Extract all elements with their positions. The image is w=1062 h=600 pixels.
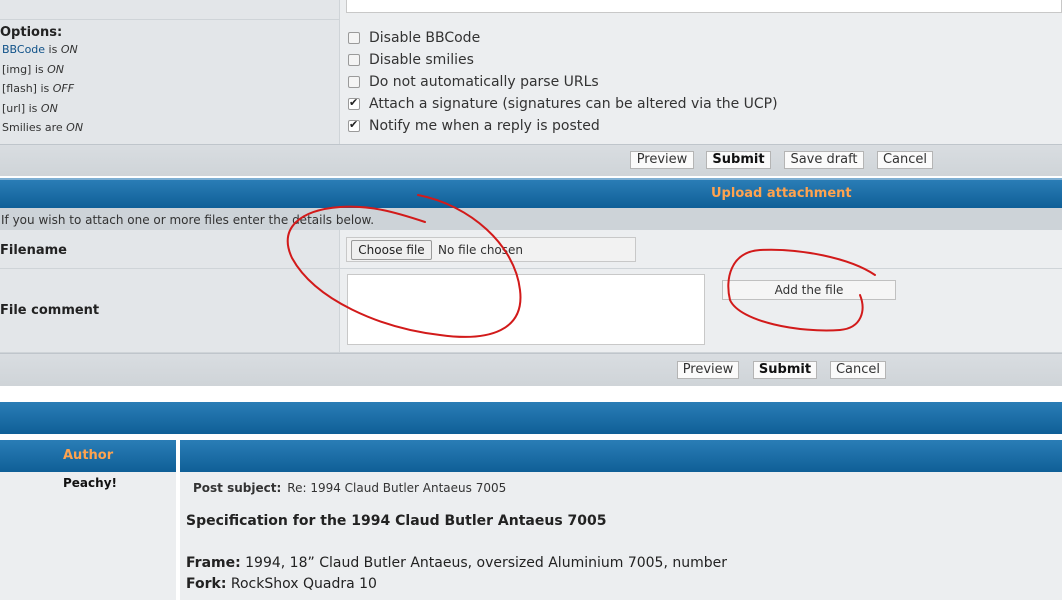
flash-status: [flash] is OFF	[2, 82, 75, 95]
upload-buttons-bar: Preview Submit Cancel	[0, 353, 1062, 386]
options-status-panel: Options: BBCode is ON [img] is ON [flash…	[0, 20, 340, 144]
preview-button[interactable]: Preview	[630, 151, 694, 169]
url-status: [url] is ON	[2, 102, 58, 115]
no-file-chosen-text: No file chosen	[438, 243, 524, 257]
message-textarea[interactable]	[346, 0, 1062, 13]
upload-attachment-title: Upload attachment	[711, 186, 852, 201]
message-label-cell	[0, 0, 340, 20]
file-comment-label: File comment	[0, 303, 100, 318]
cancel-button[interactable]: Cancel	[877, 151, 933, 169]
add-file-button[interactable]: Add the file	[722, 280, 896, 300]
disable-bbcode-checkbox[interactable]	[348, 32, 360, 44]
upload-info: If you wish to attach one or more files …	[0, 208, 1062, 230]
options-title: Options:	[0, 25, 63, 40]
submit-button-2[interactable]: Submit	[753, 361, 817, 379]
smilies-status: Smilies are ON	[2, 121, 84, 134]
filename-label: Filename	[0, 243, 67, 258]
cancel-button-2[interactable]: Cancel	[830, 361, 886, 379]
author-heading: Author	[63, 448, 114, 463]
post-author-cell: Peachy!	[0, 472, 178, 600]
disable-smilies-checkbox[interactable]	[348, 54, 360, 66]
post-title: Specification for the 1994 Claud Butler …	[186, 513, 607, 529]
no-parse-urls-option[interactable]: Do not automatically parse URLs	[348, 72, 599, 92]
post-author-name: Peachy!	[63, 476, 117, 490]
submit-button[interactable]: Submit	[706, 151, 771, 169]
spec-fork: Fork: RockShox Quadra 10	[186, 576, 377, 592]
spec-frame: Frame: 1994, 18” Claud Butler Antaeus, o…	[186, 555, 727, 571]
post-body-cell: Post subject: Re: 1994 Claud Butler Antae…	[180, 472, 1062, 600]
file-comment-textarea[interactable]	[347, 274, 705, 345]
author-column-header: Author	[0, 440, 178, 472]
disable-bbcode-option[interactable]: Disable BBCode	[348, 28, 480, 48]
message-area-remnant	[0, 0, 1062, 20]
preview-button-2[interactable]: Preview	[677, 361, 739, 379]
choose-file-button[interactable]: Choose file	[351, 240, 432, 260]
bbcode-status: BBCode is ON	[2, 43, 78, 56]
post-buttons-bar: Preview Submit Save draft Cancel	[0, 144, 1062, 176]
disable-smilies-option[interactable]: Disable smilies	[348, 50, 474, 70]
no-parse-urls-checkbox[interactable]	[348, 76, 360, 88]
upload-attachment-header: Upload attachment	[0, 178, 1062, 208]
options-checkbox-panel: Disable BBCode Disable smilies Do not au…	[340, 20, 1062, 144]
post-subject: Post subject: Re: 1994 Claud Butler Antae…	[193, 481, 507, 495]
attach-signature-checkbox[interactable]	[348, 96, 360, 110]
post-column-header	[180, 440, 1062, 472]
notify-reply-checkbox[interactable]	[348, 118, 360, 132]
img-status: [img] is ON	[2, 63, 65, 76]
bbcode-link[interactable]: BBCode	[2, 43, 45, 56]
topic-review-header	[0, 402, 1062, 434]
attach-signature-option[interactable]: Attach a signature (signatures can be al…	[348, 94, 778, 114]
file-comment-label-cell: File comment	[0, 269, 340, 353]
file-input[interactable]: Choose file No file chosen	[346, 237, 636, 262]
filename-label-cell: Filename	[0, 230, 340, 269]
save-draft-button[interactable]: Save draft	[784, 151, 864, 169]
notify-reply-option[interactable]: Notify me when a reply is posted	[348, 116, 600, 136]
